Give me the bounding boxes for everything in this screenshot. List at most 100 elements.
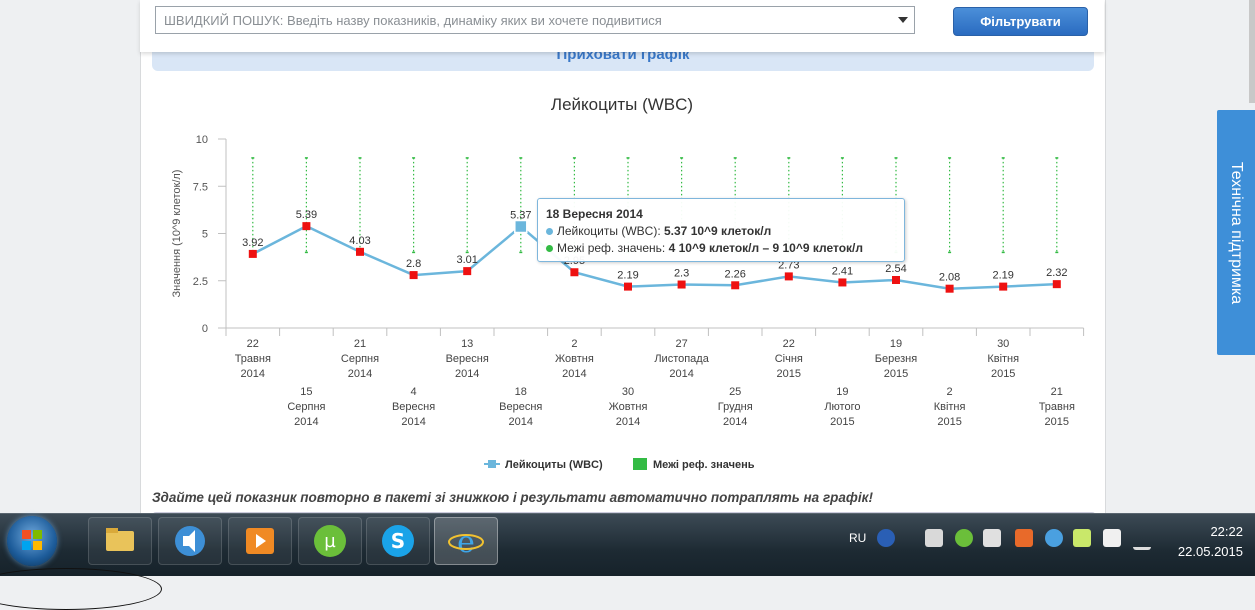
x-tick-label: Жовтня	[609, 401, 648, 413]
quick-search-input[interactable]	[156, 7, 902, 33]
x-tick-label: 2014	[669, 368, 693, 380]
utorrent-icon[interactable]: µ	[298, 517, 362, 565]
data-point	[302, 222, 311, 231]
search-toolbar: Фільтрувати	[140, 0, 1104, 52]
x-tick-label: 2015	[830, 416, 854, 428]
x-tick-label: Травня	[235, 353, 271, 365]
x-tick-label: Вересня	[446, 353, 489, 365]
network-globe-icon[interactable]	[1045, 529, 1063, 547]
clock-date: 22.05.2015	[1177, 544, 1243, 559]
legend-range-label: Межі реф. значень	[653, 459, 755, 471]
quick-search-box[interactable]	[155, 6, 915, 34]
skype-icon[interactable]: S	[366, 517, 430, 565]
y-tick-label: 10	[196, 134, 208, 146]
scrollbar[interactable]	[1249, 0, 1255, 103]
system-tray: RU 22:22 22.05.2015	[845, 514, 1255, 569]
data-label: 4.03	[349, 235, 370, 247]
data-point	[731, 281, 740, 290]
x-tick-label: Серпня	[287, 401, 325, 413]
help-icon[interactable]	[877, 529, 895, 547]
x-tick-label: 2015	[777, 368, 801, 380]
x-tick-label: Березня	[875, 353, 917, 365]
windows-logo-icon	[22, 530, 42, 550]
tech-support-button[interactable]: Технічна підтримка	[1217, 110, 1255, 355]
x-tick-label: 2014	[294, 416, 318, 428]
x-tick-label: Листопада	[654, 353, 709, 365]
clock-time: 22:22	[1210, 524, 1243, 539]
volume-icon[interactable]	[925, 529, 943, 547]
data-point	[463, 267, 472, 276]
data-point	[248, 249, 257, 258]
x-tick-label: Грудня	[718, 401, 753, 413]
y-tick-label: 7.5	[193, 181, 208, 193]
data-point	[1052, 280, 1061, 289]
java-icon[interactable]	[1015, 529, 1033, 547]
data-label: 3.92	[242, 237, 263, 249]
signal-icon[interactable]	[1133, 529, 1151, 550]
data-point	[999, 282, 1008, 291]
explorer-icon[interactable]	[88, 517, 152, 565]
tooltip-series-label: Лейкоциты (WBC):	[557, 224, 664, 238]
chevron-down-icon[interactable]	[898, 17, 908, 23]
data-point	[356, 247, 364, 256]
y-axis-label: Значення (10^9 клеток/л)	[171, 170, 183, 298]
legend-series-label: Лейкоциты (WBC)	[505, 459, 603, 471]
flag-icon[interactable]	[1073, 529, 1091, 547]
media-icon[interactable]	[158, 517, 222, 565]
x-tick-label: 4	[411, 386, 417, 398]
y-tick-label: 2.5	[193, 276, 208, 288]
data-label: 2.19	[992, 270, 1013, 282]
x-tick-label: 2015	[884, 368, 908, 380]
tooltip-date: 18 Вересня 2014	[546, 207, 643, 221]
x-tick-label: 2	[571, 338, 577, 350]
tooltip-range-value: 4 10^9 клеток/л – 9 10^9 клеток/л	[668, 241, 863, 255]
x-tick-label: 19	[836, 386, 848, 398]
tray-utorrent-icon[interactable]	[955, 529, 973, 547]
ie-icon[interactable]: e	[434, 517, 498, 565]
annotation-oval	[0, 568, 162, 610]
x-tick-label: 19	[890, 338, 902, 350]
x-tick-label: Вересня	[392, 401, 435, 413]
clock[interactable]: 22:22 22.05.2015	[1178, 522, 1243, 562]
data-label: 3.01	[456, 254, 477, 266]
data-label: 2.19	[617, 270, 638, 282]
x-tick-label: 21	[354, 338, 366, 350]
player-icon[interactable]	[228, 517, 292, 565]
x-tick-label: 2014	[401, 416, 425, 428]
usb-icon[interactable]	[983, 529, 1001, 547]
data-label: 2.3	[674, 268, 689, 280]
data-point-highlighted	[514, 219, 528, 234]
data-point	[409, 271, 418, 280]
chart-tooltip: 18 Вересня 2014 Лейкоциты (WBC): 5.37 10…	[537, 198, 905, 262]
x-tick-label: 2014	[455, 368, 479, 380]
x-tick-label: Квітня	[934, 401, 966, 413]
network-error-icon[interactable]	[1103, 529, 1121, 547]
series-dot-icon	[546, 228, 553, 235]
data-label: 2.41	[832, 265, 853, 277]
language-indicator[interactable]: RU	[849, 531, 866, 545]
data-label: 2.32	[1046, 267, 1067, 279]
x-tick-label: 22	[247, 338, 259, 350]
filter-button[interactable]: Фільтрувати	[953, 7, 1088, 36]
svg-text:µ: µ	[324, 531, 336, 552]
tech-support-label: Технічна підтримка	[1228, 161, 1245, 304]
y-tick-label: 0	[202, 323, 208, 335]
x-tick-label: 27	[675, 338, 687, 350]
x-tick-label: 30	[622, 386, 634, 398]
data-point	[784, 272, 793, 281]
x-tick-label: Квітня	[987, 353, 1019, 365]
tooltip-range-row: Межі реф. значень: 4 10^9 клеток/л – 9 1…	[546, 241, 863, 255]
line-chart: 0 2.5 5 7.5 10 Значення (10^9 клеток/л) 3.92 5.…	[171, 134, 1085, 471]
x-tick-label: 13	[461, 338, 473, 350]
x-tick-label: 2014	[509, 416, 533, 428]
data-point	[892, 275, 900, 284]
data-label: 5.39	[296, 209, 317, 221]
tooltip-series-row: Лейкоциты (WBC): 5.37 10^9 клеток/л	[546, 224, 771, 238]
x-tick-label: 2015	[1045, 416, 1069, 428]
x-tick-label: 18	[515, 386, 527, 398]
start-button[interactable]	[7, 516, 57, 566]
x-tick-label: Серпня	[341, 353, 379, 365]
data-label: 2.54	[885, 263, 906, 275]
data-label: 5.37	[510, 210, 531, 222]
x-tick-label: Лютого	[824, 401, 860, 413]
